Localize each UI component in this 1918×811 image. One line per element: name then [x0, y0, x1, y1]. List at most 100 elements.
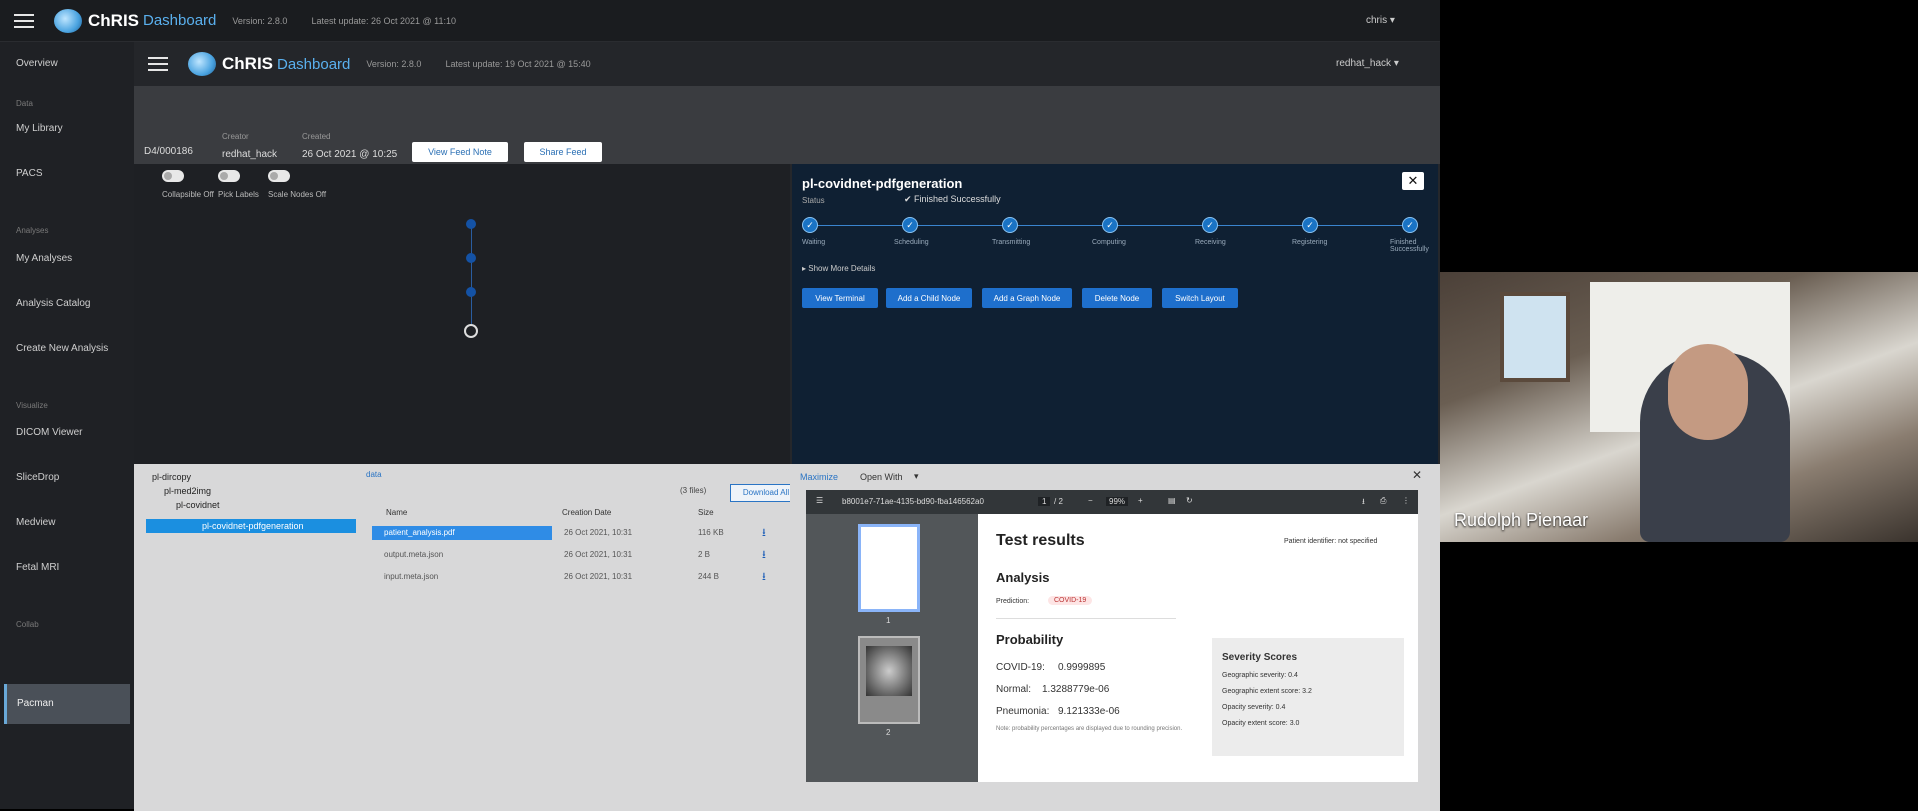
step-label: Waiting: [802, 239, 826, 246]
inner-chris-logo-icon: [188, 52, 216, 76]
zoom-out-icon[interactable]: −: [1088, 496, 1093, 505]
tree-item[interactable]: pl-covidnet: [176, 500, 220, 510]
download-icon[interactable]: ⭳: [762, 570, 766, 584]
inner-update-text: Latest update: 19 Oct 2021 @ 15:40: [445, 59, 591, 69]
file-name[interactable]: output.meta.json: [372, 548, 552, 562]
brand-name: ChRIS: [88, 10, 139, 30]
pdf-menu-icon[interactable]: ☰: [816, 496, 823, 505]
switch-layout-button[interactable]: Switch Layout: [1162, 288, 1238, 308]
node-dircopy[interactable]: [466, 219, 476, 229]
nav-pacs[interactable]: PACS: [16, 168, 43, 179]
tree-item[interactable]: pl-dircopy: [152, 472, 191, 482]
maximize-tab[interactable]: Maximize: [800, 472, 838, 482]
pdf-file-name: b8001e7-71ae-4135-bd90-fba146562a0: [842, 497, 984, 506]
feed-bar: D4/000186 Creator redhat_hack Created 26…: [134, 86, 1440, 164]
nav-create-analysis[interactable]: Create New Analysis: [16, 343, 108, 354]
inner-brand[interactable]: ChRIS Dashboard: [188, 52, 350, 76]
pdf-page-input[interactable]: 1: [1038, 497, 1051, 506]
step-label: Finished Successfully: [1390, 239, 1429, 253]
col-header-name[interactable]: Name: [386, 508, 407, 517]
step-transmitting-icon: ✓: [1002, 217, 1018, 233]
thumbnail-page-1[interactable]: [858, 524, 920, 612]
close-icon[interactable]: ✕: [1402, 172, 1424, 190]
view-terminal-button[interactable]: View Terminal: [802, 288, 878, 308]
node-med2img[interactable]: [466, 253, 476, 263]
nav-fetal-mri[interactable]: Fetal MRI: [16, 562, 59, 573]
tree-item-selected[interactable]: pl-covidnet-pdfgeneration: [146, 519, 356, 533]
download-icon[interactable]: ⭳: [762, 548, 766, 562]
col-header-size[interactable]: Size: [698, 508, 714, 517]
step-label: Registering: [1292, 239, 1328, 246]
menu-icon[interactable]: [14, 13, 34, 28]
download-icon[interactable]: ⭳: [762, 526, 766, 540]
step-waiting-icon: ✓: [802, 217, 818, 233]
delete-node-button[interactable]: Delete Node: [1082, 288, 1152, 308]
file-name[interactable]: input.meta.json: [372, 570, 552, 584]
collapsible-toggle[interactable]: [162, 170, 184, 182]
severity-item: Geographic extent score: 3.2: [1222, 688, 1312, 695]
severity-item: Opacity severity: 0.4: [1222, 704, 1286, 711]
col-header-date[interactable]: Creation Date: [562, 508, 611, 517]
tree-item[interactable]: pl-med2img: [164, 486, 211, 496]
breadcrumb[interactable]: data: [366, 470, 382, 479]
collapsible-label: Collapsible Off: [162, 190, 214, 199]
share-feed-button[interactable]: Share Feed: [524, 142, 602, 162]
print-icon[interactable]: ⎙: [1380, 496, 1386, 506]
pdf-download-icon[interactable]: ⭳: [1362, 496, 1365, 510]
step-registering-icon: ✓: [1302, 217, 1318, 233]
rotate-icon[interactable]: ↻: [1186, 496, 1193, 505]
inner-user-dropdown[interactable]: redhat_hack: [1336, 58, 1399, 69]
labels-label: Pick Labels: [218, 190, 259, 199]
step-label: Scheduling: [894, 239, 929, 246]
file-date: 26 Oct 2021, 10:31: [564, 572, 633, 581]
inner-top-bar: ChRIS Dashboard Version: 2.8.0 Latest up…: [134, 42, 1440, 86]
table-row[interactable]: input.meta.json 26 Oct 2021, 10:31 244 B…: [372, 570, 766, 586]
nav-slicedrop[interactable]: SliceDrop: [16, 472, 59, 483]
table-row[interactable]: patient_analysis.pdf 26 Oct 2021, 10:31 …: [372, 526, 766, 542]
scale-nodes-toggle[interactable]: [268, 170, 290, 182]
zoom-in-icon[interactable]: +: [1138, 496, 1143, 505]
nav-my-library[interactable]: My Library: [16, 123, 63, 134]
user-dropdown[interactable]: chris: [1366, 15, 1395, 26]
add-graph-node-button[interactable]: Add a Graph Node: [982, 288, 1072, 308]
file-name[interactable]: patient_analysis.pdf: [372, 526, 552, 540]
nav-dicom-viewer[interactable]: DICOM Viewer: [16, 427, 83, 438]
thumbnail-page-2[interactable]: [858, 636, 920, 724]
view-feed-note-button[interactable]: View Feed Note: [412, 142, 508, 162]
thumb-label: 2: [886, 728, 891, 737]
open-with-chevron-icon[interactable]: ▾: [914, 471, 919, 482]
file-date: 26 Oct 2021, 10:31: [564, 550, 633, 559]
status-value: ✔ Finished Successfully: [904, 194, 1001, 204]
prediction-label: Prediction:: [996, 598, 1030, 605]
step-receiving-icon: ✓: [1202, 217, 1218, 233]
face-icon: [1668, 344, 1748, 440]
pneumonia-value: 9.121333e-06: [1058, 706, 1120, 717]
open-with-dropdown[interactable]: Open With: [860, 472, 903, 482]
probability-note: Note: probability percentages are displa…: [996, 726, 1183, 732]
nav-my-analyses[interactable]: My Analyses: [16, 253, 72, 264]
outer-brand[interactable]: ChRIS Dashboard: [54, 8, 216, 33]
add-child-node-button[interactable]: Add a Child Node: [886, 288, 972, 308]
inner-menu-icon[interactable]: [148, 57, 168, 71]
step-computing-icon: ✓: [1102, 217, 1118, 233]
more-icon[interactable]: ⋮: [1402, 496, 1410, 505]
inner-version-text: Version: 2.8.0: [366, 59, 422, 69]
probability-heading: Probability: [996, 632, 1064, 647]
labels-toggle[interactable]: [218, 170, 240, 182]
outer-top-bar: ChRIS Dashboard Version: 2.8.0 Latest up…: [0, 0, 1440, 42]
files-panel: pl-dircopy pl-med2img pl-covidnet pl-cov…: [134, 464, 802, 811]
pdf-page: Test results Patient identifier: not spe…: [978, 514, 1418, 782]
nav-analysis-catalog[interactable]: Analysis Catalog: [16, 298, 90, 309]
show-more-details[interactable]: ▸ Show More Details: [802, 264, 875, 273]
nav-medview[interactable]: Medview: [16, 517, 55, 528]
node-pdfgeneration-selected[interactable]: [464, 324, 478, 338]
nav-overview[interactable]: Overview: [16, 58, 58, 69]
nav-pacman-active[interactable]: Pacman: [4, 684, 130, 724]
outer-sidebar: Overview Data My Library PACS Analyses M…: [0, 42, 134, 809]
fit-page-icon[interactable]: ▤: [1168, 496, 1176, 505]
viewer-close-icon[interactable]: ✕: [1412, 468, 1422, 482]
pdf-zoom[interactable]: 99%: [1106, 497, 1129, 506]
node-covidnet[interactable]: [466, 287, 476, 297]
table-row[interactable]: output.meta.json 26 Oct 2021, 10:31 2 B …: [372, 548, 766, 564]
pdf-thumbnails: 1 2: [806, 514, 978, 782]
